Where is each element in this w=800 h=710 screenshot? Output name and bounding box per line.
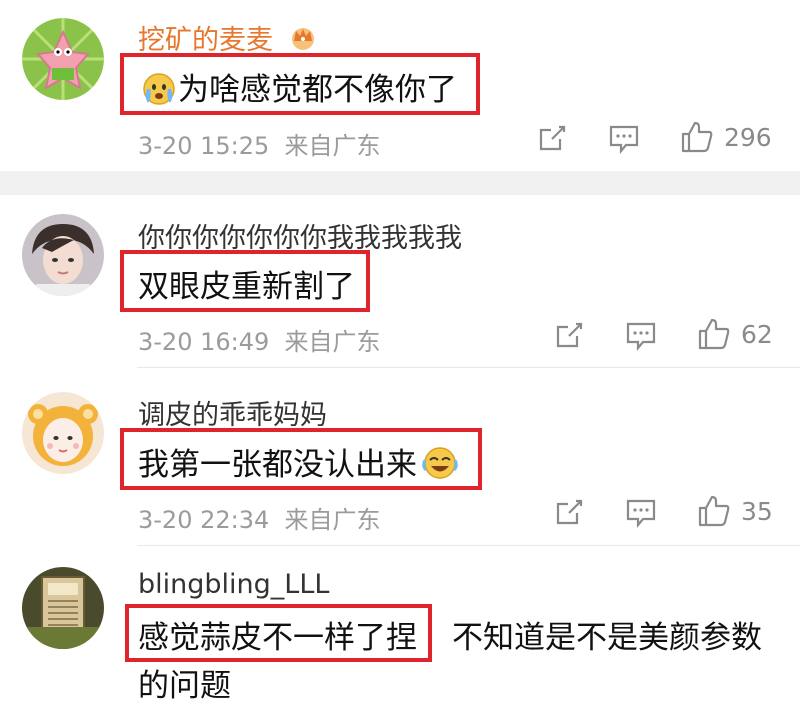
share-icon — [539, 125, 566, 151]
comment-divider — [137, 545, 800, 546]
share-button[interactable] — [554, 320, 584, 350]
like-count: 296 — [724, 122, 772, 152]
share-icon — [556, 499, 583, 525]
comment-divider — [137, 367, 800, 368]
like-count: 35 — [741, 496, 773, 526]
comment-meta: 3-20 15:25 来自广东 — [138, 132, 381, 160]
comment-text: 我第一张都没认出来 — [138, 439, 459, 488]
comment-text: 为啥感觉都不像你了 — [140, 64, 457, 113]
username[interactable]: blingbling_LLL — [138, 569, 329, 600]
avatar[interactable] — [22, 567, 104, 649]
comment-text-continued: 不知道是不是美颜参数 — [452, 620, 762, 656]
comment-text: 双眼皮重新割了 — [138, 269, 355, 305]
avatar[interactable] — [22, 214, 104, 296]
emoji-icon — [421, 446, 459, 488]
share-icon — [556, 322, 583, 348]
comment-button[interactable] — [608, 124, 640, 154]
emoji-icon — [140, 71, 178, 113]
comment-button[interactable] — [625, 321, 657, 351]
share-button[interactable] — [554, 497, 584, 527]
like-icon — [698, 495, 730, 527]
comment-meta: 3-20 22:34 来自广东 — [138, 506, 381, 534]
section-divider — [0, 171, 800, 195]
username[interactable]: 挖矿的麦麦 — [138, 18, 318, 58]
like-icon — [698, 318, 730, 350]
comment-icon — [609, 125, 639, 154]
like-button[interactable]: 62 — [697, 317, 773, 351]
like-button[interactable]: 35 — [697, 494, 773, 528]
username[interactable]: 调皮的乖乖妈妈 — [138, 393, 327, 432]
comment-text-line2: 的问题 — [138, 668, 231, 704]
share-button[interactable] — [537, 123, 567, 153]
comment-icon — [626, 322, 656, 351]
comment-icon — [626, 499, 656, 528]
like-count: 62 — [741, 319, 773, 349]
avatar[interactable] — [22, 18, 104, 100]
like-icon — [681, 121, 713, 153]
avatar[interactable] — [22, 392, 104, 474]
comment-meta: 3-20 16:49 来自广东 — [138, 328, 381, 356]
comment-text: 感觉蒜皮不一样了捏 — [138, 620, 417, 656]
like-button[interactable]: 296 — [680, 120, 772, 154]
comment-button[interactable] — [625, 498, 657, 528]
